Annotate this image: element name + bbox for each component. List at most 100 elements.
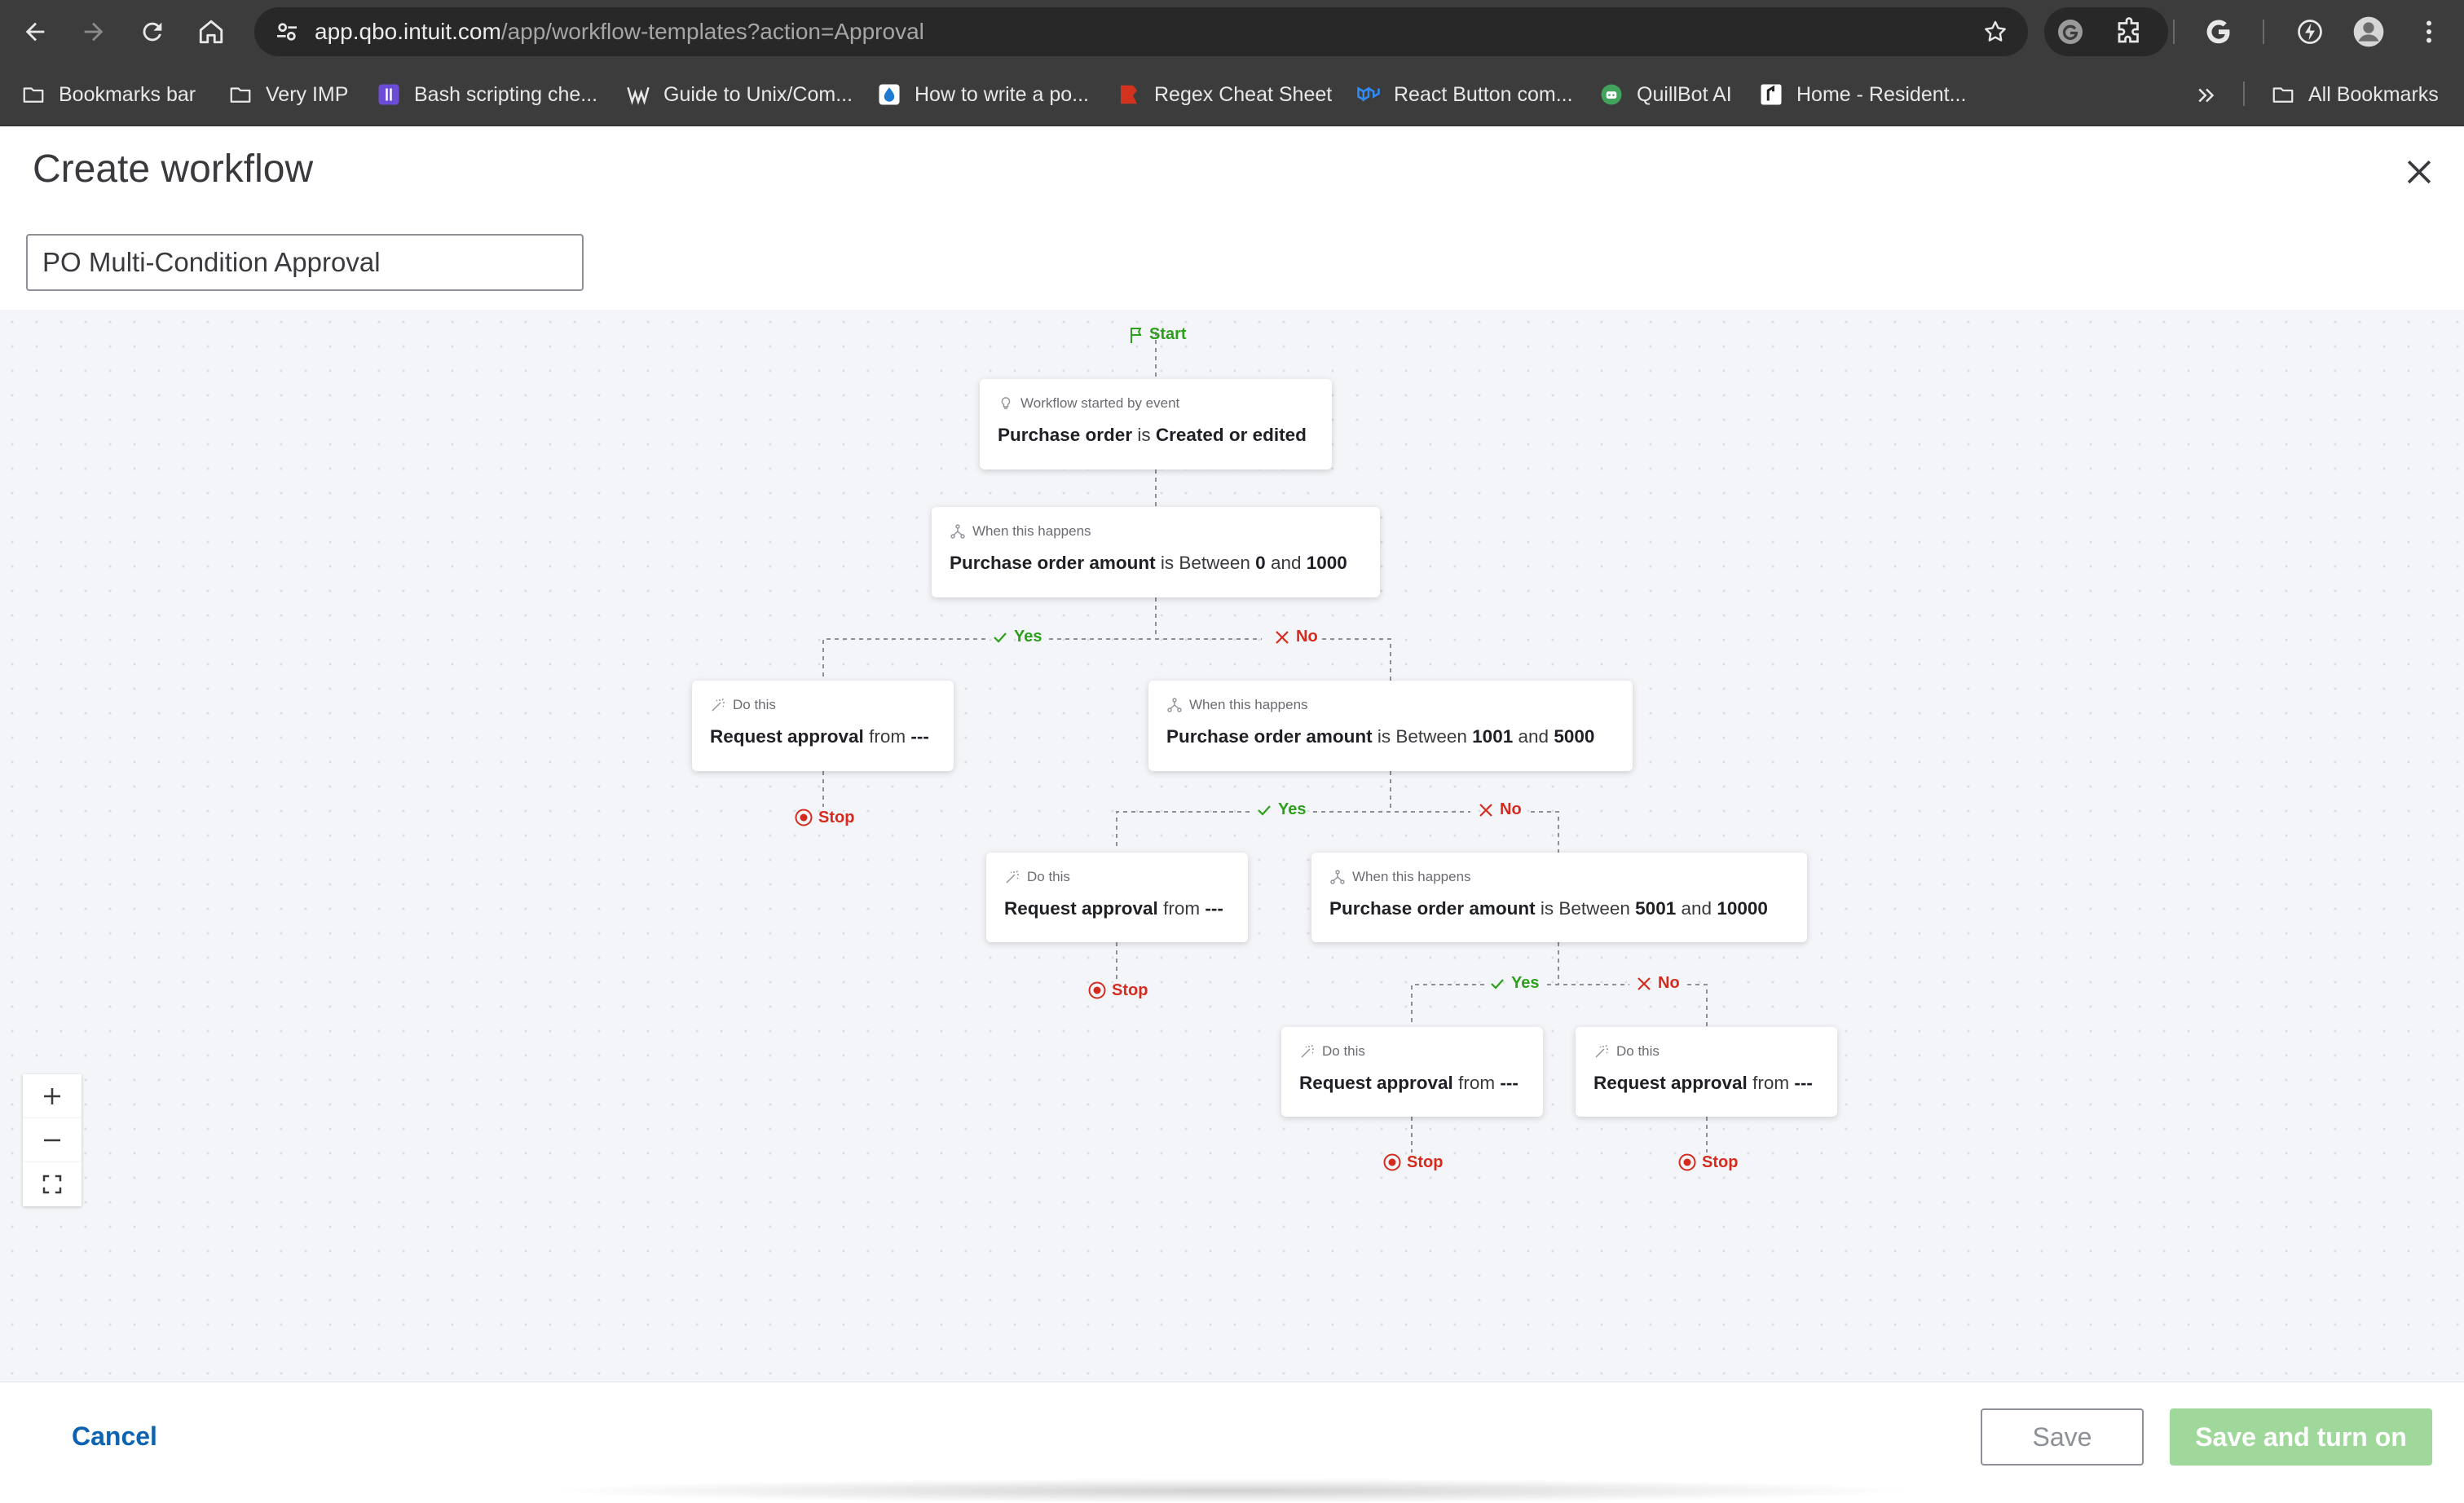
condition-node[interactable]: When this happens Purchase order amount … bbox=[932, 507, 1380, 597]
regex-favicon-icon bbox=[1121, 85, 1137, 104]
fit-to-screen-button[interactable] bbox=[23, 1162, 82, 1206]
bookmarks-bar: Bookmarks bar Very IMP Bash scripting ch… bbox=[0, 64, 2464, 126]
action-caption: Do this bbox=[1299, 1043, 1365, 1060]
zoom-out-button[interactable] bbox=[23, 1118, 82, 1162]
bookmark-regex-cheat-sheet[interactable]: Regex Cheat Sheet bbox=[1117, 78, 1332, 111]
action-node[interactable]: Do this Request approval from --- bbox=[1281, 1027, 1543, 1117]
trigger-summary: Purchase order is Created or edited bbox=[998, 425, 1307, 446]
stop-icon bbox=[1678, 1153, 1696, 1171]
zoom-in-button[interactable] bbox=[23, 1074, 82, 1118]
forward-button[interactable] bbox=[72, 10, 116, 54]
bookmark-react-button[interactable]: React Button com... bbox=[1356, 78, 1573, 111]
save-and-turn-on-button[interactable]: Save and turn on bbox=[2170, 1408, 2432, 1466]
yes-text: Yes bbox=[1014, 628, 1042, 646]
bookmark-very-imp[interactable]: Very IMP bbox=[228, 78, 348, 111]
action-node[interactable]: Do this Request approval from --- bbox=[692, 681, 954, 771]
condition-low: 0 bbox=[1255, 553, 1266, 573]
bookmark-home-resident[interactable]: Home - Resident... bbox=[1759, 78, 1966, 111]
no-branch-label: No bbox=[1273, 628, 1318, 646]
condition-caption: When this happens bbox=[950, 523, 1091, 540]
fullscreen-icon bbox=[42, 1175, 62, 1194]
trigger-event: Created or edited bbox=[1155, 425, 1307, 445]
action-value: --- bbox=[1794, 1073, 1813, 1093]
condition-operator: is Between bbox=[1160, 553, 1250, 573]
no-branch-label: No bbox=[1635, 974, 1680, 993]
condition-node[interactable]: When this happens Purchase order amount … bbox=[1311, 853, 1807, 942]
check-icon bbox=[994, 632, 1007, 643]
condition-low: 1001 bbox=[1472, 726, 1514, 747]
back-button[interactable] bbox=[13, 10, 57, 54]
condition-caption-text: When this happens bbox=[1352, 869, 1471, 884]
condition-operator: is Between bbox=[1377, 726, 1467, 747]
bookmark-bash-scripting[interactable]: Bash scripting che... bbox=[377, 78, 597, 111]
grammarly-extension-icon[interactable] bbox=[2056, 17, 2085, 46]
stop-icon bbox=[1088, 981, 1106, 999]
condition-field: Purchase order amount bbox=[950, 553, 1156, 573]
extensions-puzzle-icon[interactable] bbox=[2114, 17, 2144, 46]
no-text: No bbox=[1296, 628, 1318, 646]
action-from: from bbox=[1752, 1073, 1790, 1093]
workflow-canvas[interactable]: Start Workflow started by event Purchase… bbox=[0, 310, 2464, 1382]
action-caption: Do this bbox=[1004, 869, 1070, 885]
all-bookmarks-button[interactable]: All Bookmarks bbox=[2271, 78, 2439, 111]
page-title: Create workflow bbox=[33, 148, 314, 191]
folder-icon bbox=[230, 87, 251, 103]
action-summary: Request approval from --- bbox=[710, 726, 929, 747]
chrome-menu-icon[interactable] bbox=[2414, 17, 2444, 46]
save-button[interactable]: Save bbox=[1981, 1408, 2144, 1466]
stop-icon bbox=[795, 809, 813, 826]
bookmark-label: React Button com... bbox=[1394, 82, 1573, 106]
stop-marker: Stop bbox=[794, 808, 854, 827]
condition-caption-text: When this happens bbox=[1189, 697, 1308, 712]
condition-and: and bbox=[1681, 898, 1712, 919]
cancel-button[interactable]: Cancel bbox=[72, 1421, 157, 1452]
address-bar[interactable]: app.qbo.intuit.com/app/workflow-template… bbox=[254, 7, 2028, 56]
condition-node[interactable]: When this happens Purchase order amount … bbox=[1148, 681, 1633, 771]
action-from: from bbox=[1163, 898, 1201, 919]
site-settings-icon[interactable] bbox=[274, 19, 300, 45]
start-label: Start bbox=[1149, 325, 1187, 343]
forward-arrow-icon bbox=[84, 22, 104, 42]
reload-button[interactable] bbox=[130, 10, 174, 54]
workflow-editor: Create workflow PO Multi-Condition Appro… bbox=[0, 126, 2464, 1503]
plus-icon bbox=[44, 1088, 60, 1104]
bookmark-quillbot[interactable]: QuillBot AI bbox=[1599, 78, 1732, 111]
bash-favicon-icon bbox=[378, 84, 399, 105]
bookmark-star-icon[interactable] bbox=[1982, 19, 2008, 45]
condition-caption-text: When this happens bbox=[972, 523, 1091, 539]
bookmark-guide-to-unix[interactable]: Guide to Unix/Com... bbox=[626, 78, 853, 111]
trigger-node[interactable]: Workflow started by event Purchase order… bbox=[980, 379, 1332, 469]
action-caption: Do this bbox=[1593, 1043, 1660, 1060]
bookmark-bookmarks-bar[interactable]: Bookmarks bar bbox=[21, 78, 196, 111]
bookmarks-overflow-chevron-icon[interactable] bbox=[2194, 83, 2219, 108]
magic-wand-icon bbox=[1301, 1045, 1314, 1058]
trigger-caption: Workflow started by event bbox=[998, 395, 1179, 412]
condition-summary: Purchase order amount is Between 0 and 1… bbox=[950, 553, 1347, 574]
bookmark-label: Regex Cheat Sheet bbox=[1154, 82, 1333, 106]
condition-and: and bbox=[1518, 726, 1549, 747]
google-account-icon[interactable] bbox=[2204, 17, 2233, 46]
bookmark-label: Home - Resident... bbox=[1796, 82, 1967, 106]
yes-branch-label: Yes bbox=[1488, 974, 1539, 993]
bookmark-how-to-write[interactable]: How to write a po... bbox=[877, 78, 1089, 111]
action-value: --- bbox=[1205, 898, 1223, 919]
yes-branch-label: Yes bbox=[991, 628, 1042, 646]
action-caption-text: Do this bbox=[1322, 1043, 1365, 1059]
close-icon[interactable] bbox=[2401, 154, 2437, 190]
bookmarks-separator bbox=[2243, 82, 2245, 106]
yes-branch-label: Yes bbox=[1255, 800, 1306, 819]
stop-marker: Stop bbox=[1677, 1153, 1738, 1172]
condition-operator: is Between bbox=[1540, 898, 1630, 919]
action-node[interactable]: Do this Request approval from --- bbox=[986, 853, 1248, 942]
home-button[interactable] bbox=[189, 10, 233, 54]
condition-high: 5000 bbox=[1554, 726, 1595, 747]
toolbar-separator bbox=[2173, 20, 2175, 44]
action-summary: Request approval from --- bbox=[1004, 898, 1223, 919]
x-icon bbox=[1638, 976, 1651, 990]
trigger-verb: is bbox=[1137, 425, 1151, 445]
profile-avatar-icon[interactable] bbox=[2352, 15, 2385, 48]
speed-dial-extension-icon[interactable] bbox=[2295, 17, 2325, 46]
action-node[interactable]: Do this Request approval from --- bbox=[1576, 1027, 1837, 1117]
workflow-name-input[interactable] bbox=[26, 234, 584, 291]
browser-toolbar: app.qbo.intuit.com/app/workflow-template… bbox=[0, 0, 2464, 64]
